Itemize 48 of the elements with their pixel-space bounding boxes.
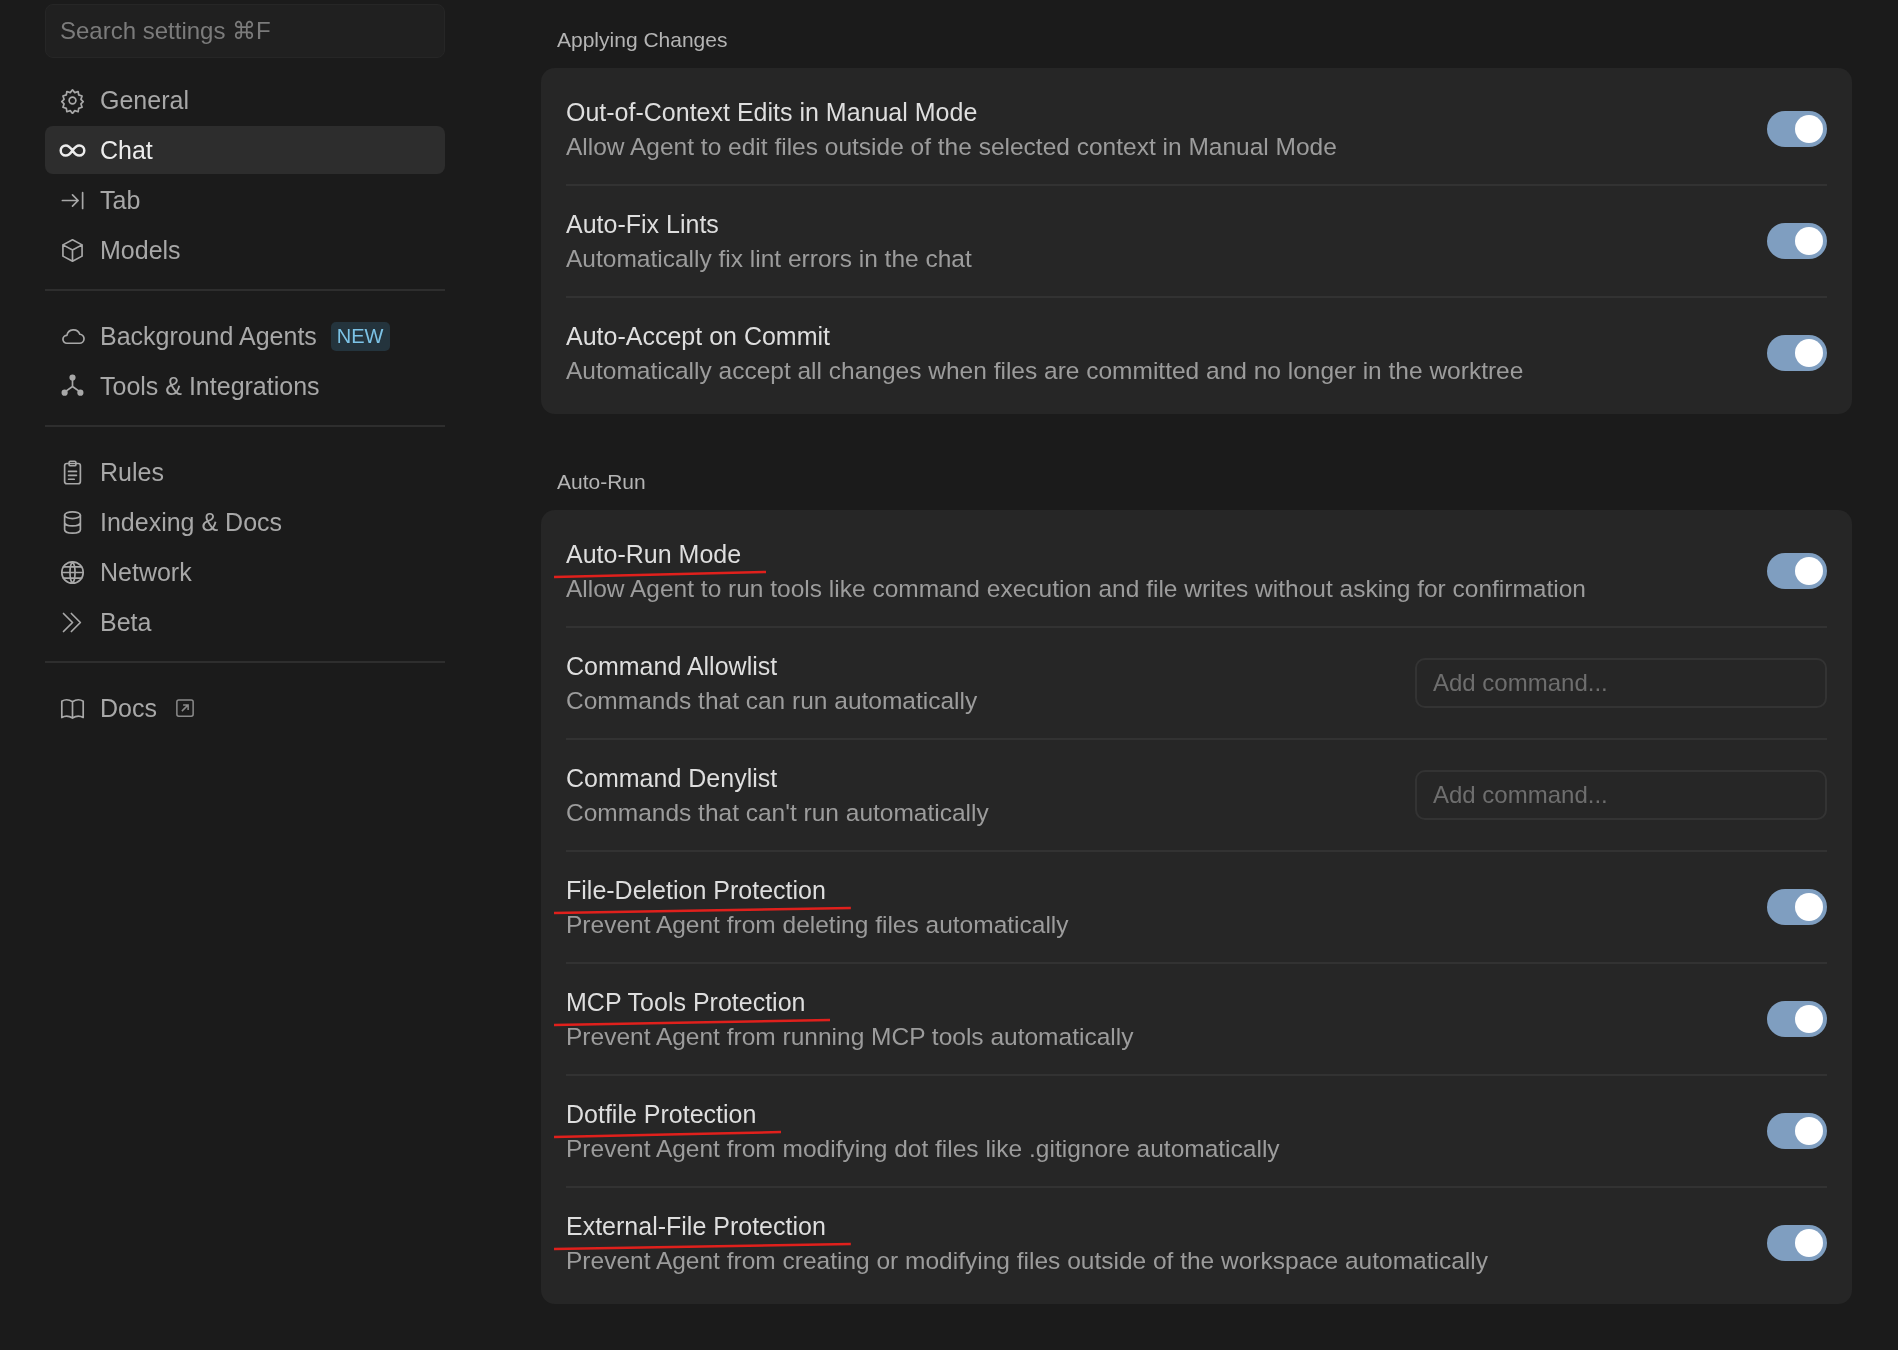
- toggle-switch[interactable]: [1767, 1001, 1827, 1037]
- setting-description: Automatically accept all changes when files are committed and no longer in the worktree: [566, 356, 1524, 385]
- search-field[interactable]: Search settings ⌘F: [45, 4, 445, 58]
- sidebar-item[interactable]: Indexing & Docs: [45, 498, 445, 546]
- setting-title: Command Denylist: [566, 763, 778, 792]
- setting-title: Auto-Accept on Commit: [566, 321, 830, 350]
- sidebar-item[interactable]: Tab: [45, 176, 445, 224]
- section-heading: Applying Changes: [556, 28, 729, 52]
- section-heading: Auto-Run: [556, 470, 647, 494]
- sidebar-item[interactable]: Beta: [45, 598, 445, 646]
- setting-description: Commands that can't run automatically: [566, 798, 989, 827]
- new-badge: NEW: [330, 321, 390, 351]
- command-input[interactable]: Add command...: [1415, 658, 1827, 708]
- sidebar-item[interactable]: Tools & Integrations: [45, 362, 445, 410]
- gear-icon: [59, 86, 86, 114]
- setting-description: Prevent Agent from modifying dot files like .gitignore automatically: [566, 1134, 1280, 1163]
- toggle-switch[interactable]: [1767, 335, 1827, 371]
- setting-title: File-Deletion Protection: [566, 875, 826, 904]
- cube-icon: [59, 236, 86, 264]
- sidebar-item[interactable]: Background Agents NEW: [45, 312, 445, 360]
- sidebar-item[interactable]: Models: [45, 226, 445, 274]
- sidebar-item[interactable]: Docs: [45, 684, 445, 732]
- sidebar-item[interactable]: General: [45, 76, 445, 124]
- setting-title: External-File Protection: [566, 1211, 826, 1240]
- setting-title: Command Allowlist: [566, 651, 778, 680]
- sidebar-item[interactable]: Chat: [45, 126, 445, 174]
- setting-description: Prevent Agent from creating or modifying files outside of the workspace automatically: [566, 1246, 1488, 1275]
- setting-description: Prevent Agent from deleting files automatically: [566, 910, 1069, 939]
- setting-title: Dotfile Protection: [566, 1099, 757, 1128]
- globe-icon: [59, 558, 86, 586]
- setting-description: Commands that can run automatically: [566, 686, 978, 715]
- setting-description: Allow Agent to run tools like command execution and file writes without asking for confirmation: [566, 574, 1586, 603]
- setting-title: Auto-Run Mode: [566, 539, 742, 568]
- toggle-switch[interactable]: [1767, 553, 1827, 589]
- setting-description: Prevent Agent from running MCP tools automatically: [566, 1022, 1134, 1051]
- command-input[interactable]: Add command...: [1415, 770, 1827, 820]
- setting-title: Out-of-Context Edits in Manual Mode: [566, 97, 978, 126]
- setting-description: Allow Agent to edit files outside of the selected context in Manual Mode: [566, 132, 1337, 161]
- setting-title: MCP Tools Protection: [566, 987, 806, 1016]
- toggle-switch[interactable]: [1767, 223, 1827, 259]
- setting-description: Automatically fix lint errors in the chat: [566, 244, 972, 273]
- toggle-switch[interactable]: [1767, 111, 1827, 147]
- sidebar-item[interactable]: Rules: [45, 448, 445, 496]
- toggle-switch[interactable]: [1767, 1113, 1827, 1149]
- setting-title: Auto-Fix Lints: [566, 209, 719, 238]
- toggle-switch[interactable]: [1767, 889, 1827, 925]
- sidebar-item[interactable]: Network: [45, 548, 445, 596]
- toggle-switch[interactable]: [1767, 1225, 1827, 1261]
